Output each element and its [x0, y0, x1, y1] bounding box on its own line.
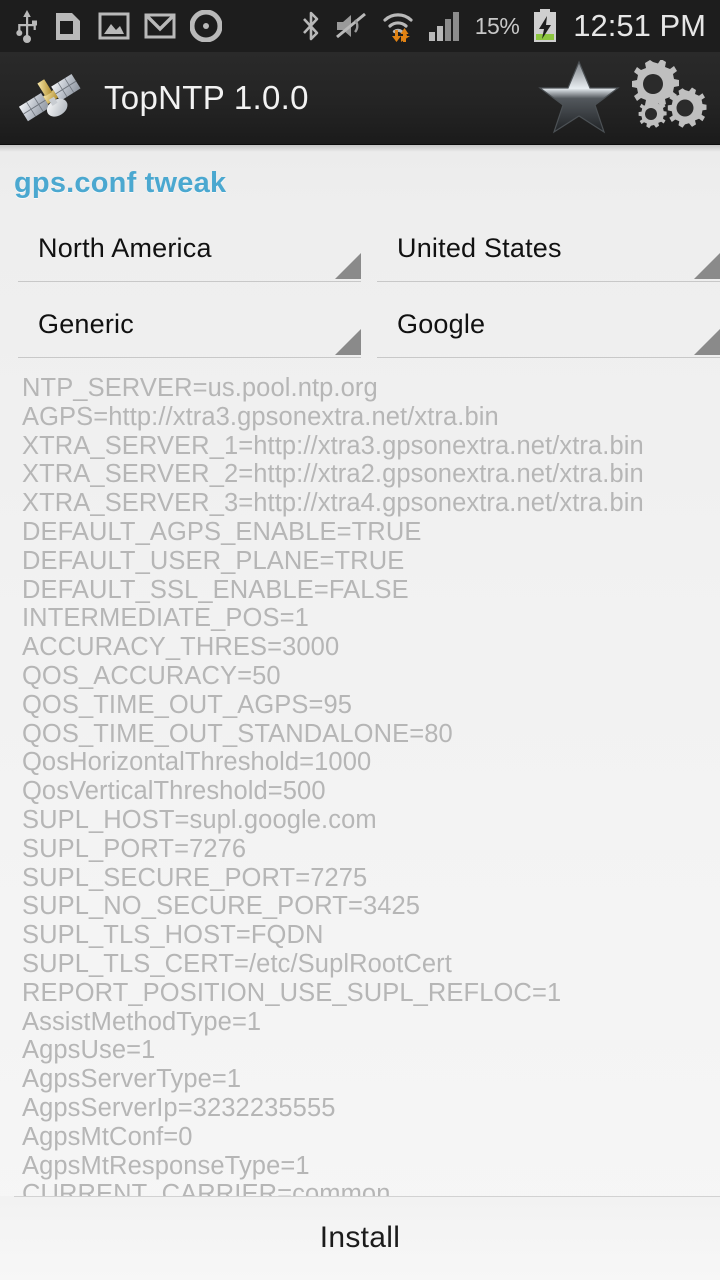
- chevron-down-icon: [335, 253, 361, 279]
- favorite-button[interactable]: [536, 52, 622, 145]
- usb-icon: [16, 10, 37, 43]
- spinner-country-value: United States: [397, 233, 562, 263]
- spinner-device-value: Generic: [38, 309, 134, 339]
- spinner-provider[interactable]: Google: [377, 292, 720, 358]
- config-line: XTRA_SERVER_3=http://xtra4.gpsonextra.ne…: [22, 489, 644, 518]
- config-line: AssistMethodType=1: [22, 1007, 262, 1036]
- spinner-grid: North America United States Generic Goog…: [0, 200, 720, 358]
- mute-icon: [335, 12, 366, 39]
- chevron-down-icon: [335, 329, 361, 355]
- config-line: AgpsMtResponseType=1: [22, 1151, 310, 1180]
- gears-icon: [632, 60, 707, 129]
- spinner-continent[interactable]: North America: [18, 216, 361, 282]
- config-line: NTP_SERVER=us.pool.ntp.org: [22, 374, 378, 402]
- app-screen: 15% 12:51 PM TopNTP 1.0.0 gps.conf tweak…: [0, 0, 720, 1280]
- config-line: SUPL_SECURE_PORT=7275: [22, 863, 368, 892]
- footer-bar: Install: [0, 1196, 720, 1280]
- page-title: gps.conf tweak: [14, 167, 227, 199]
- config-line: QosVerticalThreshold=500: [22, 777, 326, 806]
- battery-charging-icon: [534, 9, 557, 42]
- config-line: AgpsServerIp=3232235555: [22, 1093, 336, 1122]
- config-line: XTRA_SERVER_1=http://xtra3.gpsonextra.ne…: [22, 431, 644, 460]
- config-line: ACCURACY_THRES=3000: [22, 633, 340, 662]
- spinner-continent-value: North America: [38, 233, 212, 263]
- config-line: SUPL_TLS_HOST=FQDN: [22, 921, 324, 950]
- config-line: XTRA_SERVER_2=http://xtra2.gpsonextra.ne…: [22, 460, 644, 489]
- status-bar-notification-icons: [14, 9, 222, 43]
- config-line: SUPL_NO_SECURE_PORT=3425: [22, 892, 421, 921]
- spinner-provider-value: Google: [397, 309, 486, 339]
- gps-conf-preview: NTP_SERVER=us.pool.ntp.org AGPS=http://xt…: [0, 358, 720, 1209]
- status-bar-system-icons: 15% 12:51 PM: [301, 8, 710, 44]
- wifi-transfer-icon: [383, 13, 413, 42]
- star-icon: [538, 60, 620, 134]
- config-line: AgpsMtConf=0: [22, 1122, 193, 1151]
- spinner-device[interactable]: Generic: [18, 292, 361, 358]
- content-area: gps.conf tweak North America United Stat…: [0, 145, 720, 1280]
- signal-bars-icon: [428, 12, 459, 41]
- config-line: SUPL_PORT=7276: [22, 834, 247, 863]
- config-line: DEFAULT_AGPS_ENABLE=TRUE: [22, 517, 422, 546]
- config-line: REPORT_POSITION_USE_SUPL_REFLOC=1: [22, 978, 562, 1007]
- config-line: AGPS=http://xtra3.gpsonextra.net/xtra.bi…: [22, 402, 499, 431]
- clock-label: 12:51 PM: [573, 8, 706, 43]
- battery-percent-label: 15%: [474, 12, 520, 39]
- config-line: QosHorizontalThreshold=1000: [22, 748, 372, 777]
- config-line: AgpsServerType=1: [22, 1065, 242, 1094]
- config-line: INTERMEDIATE_POS=1: [22, 604, 309, 633]
- chevron-down-icon: [694, 253, 720, 279]
- satellite-icon[interactable]: [16, 64, 84, 132]
- recording-icon: [190, 10, 222, 42]
- bluetooth-icon: [302, 11, 319, 41]
- config-line: QOS_TIME_OUT_STANDALONE=80: [22, 719, 453, 748]
- config-line: QOS_ACCURACY=50: [22, 661, 281, 690]
- action-bar: TopNTP 1.0.0: [0, 52, 720, 145]
- config-line: QOS_TIME_OUT_AGPS=95: [22, 690, 353, 719]
- chevron-down-icon: [694, 329, 720, 355]
- install-button[interactable]: Install: [0, 1196, 720, 1280]
- spinner-country[interactable]: United States: [377, 216, 720, 282]
- settings-button[interactable]: [622, 52, 708, 145]
- config-line: SUPL_TLS_CERT=/etc/SuplRootCert: [22, 949, 452, 978]
- app-title: TopNTP 1.0.0: [104, 79, 309, 116]
- footer-divider: [14, 1196, 720, 1197]
- gmail-icon: [144, 13, 176, 39]
- gallery-icon: [98, 12, 130, 40]
- config-line: DEFAULT_SSL_ENABLE=FALSE: [22, 575, 409, 604]
- config-line: AgpsUse=1: [22, 1036, 156, 1065]
- sd-card-icon: [56, 13, 80, 40]
- status-bar: 15% 12:51 PM: [0, 0, 720, 52]
- config-line: SUPL_HOST=supl.google.com: [22, 805, 377, 834]
- config-line: DEFAULT_USER_PLANE=TRUE: [22, 546, 405, 575]
